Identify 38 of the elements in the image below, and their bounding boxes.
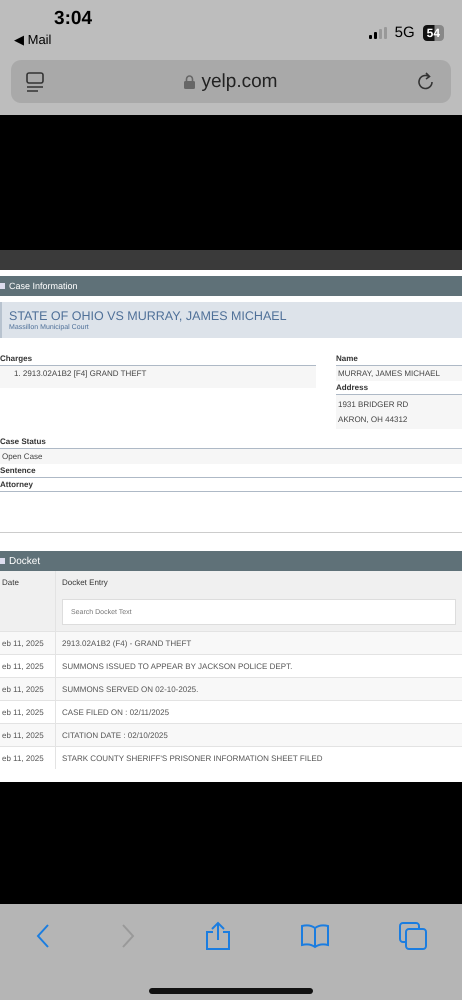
date-cell: eb 11, 2025	[2, 754, 44, 762]
name-value: MURRAY, JAMES MICHAEL	[336, 366, 462, 381]
case-status-value: Open Case	[0, 449, 462, 464]
clock-time: 3:04	[54, 8, 92, 30]
date-cell: eb 11, 2025	[2, 730, 44, 740]
section-header: Docket	[0, 551, 462, 571]
entry-cell: CASE FILED ON : 02/11/2025	[62, 708, 170, 716]
back-icon[interactable]	[34, 923, 51, 949]
date-cell: eb 11, 2025	[2, 662, 44, 670]
date-cell: eb 11, 2025	[2, 708, 44, 716]
battery-percentage: 54	[422, 24, 444, 40]
entry-cell: SUMMONS ISSUED TO APPEAR BY JACKSON POLICE DEPT.	[62, 662, 292, 670]
signal-icon	[368, 26, 387, 38]
tabs-icon[interactable]	[399, 922, 428, 950]
charge-text: 1. 2913.02A1B2 [F4] GRAND THEFT	[13, 368, 148, 380]
forward-icon[interactable]	[120, 923, 136, 949]
column-header[interactable]: Docket Entry	[62, 578, 108, 586]
book-icon[interactable]	[300, 923, 330, 949]
column-header[interactable]: Date	[2, 578, 19, 586]
field-label: Attorney	[0, 478, 462, 492]
address-bar[interactable]: yelp.com	[11, 60, 451, 103]
address-line: AKRON, OH 44312	[337, 414, 408, 426]
reader-icon[interactable]	[25, 70, 47, 92]
date-cell: eb 11, 2025	[2, 684, 44, 694]
date-cell: eb 11, 2025	[2, 638, 44, 648]
share-icon[interactable]	[204, 921, 231, 951]
back-to-app-link[interactable]: ◀ Mail	[14, 32, 92, 47]
lock-icon	[184, 74, 196, 88]
section-header: Case Information	[0, 276, 462, 296]
field-label: Sentence	[0, 464, 462, 478]
address-line: 1931 BRIDGER RD	[337, 399, 410, 411]
entry-cell: STARK COUNTY SHERIFF'S PRISONER INFORMATION SHEET FILED	[62, 754, 323, 762]
case-title: STATE OF OHIO VS MURRAY, JAMES MICHAEL	[9, 309, 288, 323]
entry-cell: CITATION DATE : 02/10/2025	[62, 730, 168, 740]
entry-cell: SUMMONS SERVED ON 02-10-2025.	[62, 684, 198, 694]
network-type: 5G	[394, 24, 415, 41]
entry-cell: 2913.02A1B2 (F4) - GRAND THEFT	[62, 638, 192, 648]
url-text: yelp.com	[201, 70, 278, 92]
